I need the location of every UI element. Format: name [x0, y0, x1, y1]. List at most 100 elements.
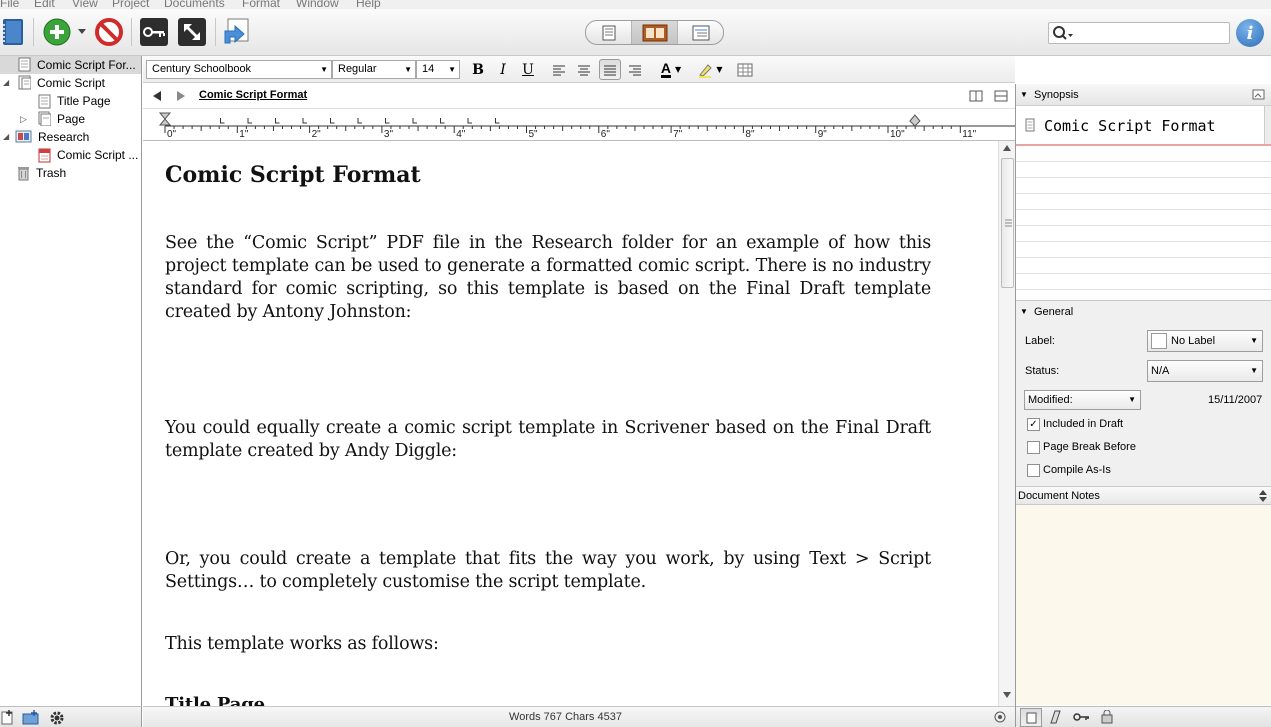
- binder-item-comic-script-format[interactable]: Comic Script For...: [0, 56, 141, 74]
- chevron-down-icon: ▼: [404, 65, 412, 74]
- binder-item-label: Comic Script: [37, 75, 106, 90]
- chevron-down-icon: [78, 29, 86, 34]
- synopsis-image-toggle-icon[interactable]: [1252, 88, 1266, 101]
- outline-icon: [692, 25, 709, 40]
- menu-file[interactable]: File: [0, 0, 19, 9]
- page-break-before-checkbox[interactable]: [1027, 441, 1040, 454]
- highlighter-icon: [699, 63, 713, 78]
- notes-header[interactable]: Document Notes: [1016, 486, 1271, 505]
- forward-arrow-icon[interactable]: [176, 90, 186, 102]
- menu-project[interactable]: Project: [112, 0, 149, 9]
- search-input[interactable]: [1048, 22, 1230, 44]
- included-in-draft-checkbox[interactable]: ✓: [1027, 418, 1040, 431]
- new-folder-icon[interactable]: [22, 710, 40, 725]
- date-type-select[interactable]: Modified: ▼: [1024, 390, 1141, 410]
- ruler-label: 11": [962, 129, 976, 140]
- font-style-select[interactable]: Regular ▼: [332, 60, 416, 79]
- text-editor[interactable]: Comic Script Format See the “Comic Scrip…: [143, 141, 998, 706]
- delete-button[interactable]: [94, 17, 124, 47]
- tab-stop-marker: [330, 118, 335, 124]
- add-dropdown-button[interactable]: [74, 17, 90, 47]
- gear-icon[interactable]: [49, 710, 65, 726]
- binder-panel: Comic Script For... ◢ Comic Script Title…: [0, 56, 142, 706]
- label-select[interactable]: No Label ▼: [1147, 330, 1263, 352]
- corkboard-view-button[interactable]: [632, 21, 678, 44]
- binder-item-comic-script-pdf[interactable]: Comic Script ...: [38, 146, 138, 164]
- up-down-chevron-icon[interactable]: [1259, 490, 1267, 502]
- keywords-button[interactable]: [139, 17, 169, 47]
- document-notes-area[interactable]: [1016, 505, 1271, 705]
- table-button[interactable]: [735, 59, 755, 80]
- text-ruler[interactable]: 0" 1" 2" 3" 4" 5" 6" 7" 8" 9" 10" 11": [143, 109, 1015, 141]
- label-color-swatch: [1151, 333, 1167, 350]
- general-label: General: [1034, 306, 1074, 318]
- synopsis-scrollbar[interactable]: [1264, 106, 1271, 144]
- split-horizontal-icon[interactable]: [994, 90, 1008, 102]
- text-color-button[interactable]: A ▼: [656, 59, 686, 80]
- general-header[interactable]: ▼ General: [1016, 301, 1271, 323]
- chevron-down-icon: ▼: [1250, 336, 1258, 345]
- align-right-button[interactable]: [625, 59, 645, 80]
- menu-window[interactable]: Window: [296, 0, 339, 9]
- underline-button[interactable]: U: [518, 59, 538, 80]
- binder-toggle-button[interactable]: [0, 17, 26, 47]
- menu-documents[interactable]: Documents: [164, 0, 225, 9]
- add-button[interactable]: [42, 17, 72, 47]
- binder-item-trash[interactable]: Trash: [17, 164, 66, 182]
- binder-item-label: Comic Script For...: [37, 57, 136, 72]
- split-vertical-icon[interactable]: [969, 90, 983, 102]
- editor-scrollbar[interactable]: [998, 141, 1015, 706]
- document-icon: [1025, 118, 1035, 132]
- synopsis-header[interactable]: ▼ Synopsis: [1016, 84, 1271, 106]
- align-center-button[interactable]: [574, 59, 594, 80]
- back-arrow-icon[interactable]: [152, 90, 162, 102]
- outline-view-button[interactable]: [678, 21, 723, 44]
- disclosure-expanded-icon[interactable]: ◢: [3, 132, 9, 141]
- inspector-footer: [1016, 706, 1271, 727]
- binder-item-title-page[interactable]: Title Page: [38, 92, 111, 110]
- synopsis-text-area[interactable]: [1016, 146, 1271, 299]
- disclosure-expanded-icon[interactable]: ▼: [1020, 301, 1028, 323]
- font-size-select[interactable]: 14 ▼: [416, 60, 460, 79]
- snapshots-icon[interactable]: [1101, 710, 1113, 724]
- grip-icon: [1005, 219, 1012, 227]
- scroll-down-icon[interactable]: [1003, 692, 1011, 698]
- font-size-value: 14: [422, 63, 435, 75]
- menu-view[interactable]: View: [72, 0, 98, 9]
- references-icon[interactable]: [1048, 710, 1062, 724]
- align-justify-button[interactable]: [599, 59, 621, 80]
- disclosure-collapsed-icon[interactable]: ▷: [20, 114, 27, 125]
- disclosure-expanded-icon[interactable]: ◢: [3, 78, 9, 87]
- align-left-button[interactable]: [549, 59, 569, 80]
- document-icon: [18, 57, 31, 72]
- status-select[interactable]: N/A ▼: [1147, 360, 1263, 382]
- scrollbar-thumb[interactable]: [1001, 158, 1014, 288]
- editor-document-title[interactable]: Comic Script Format: [199, 89, 307, 101]
- bold-button[interactable]: B: [468, 59, 488, 80]
- italic-button[interactable]: I: [493, 59, 513, 80]
- target-icon[interactable]: [994, 711, 1006, 723]
- indent-marker: [158, 112, 172, 126]
- paragraph: This template works as follows:: [165, 634, 439, 654]
- scroll-up-icon[interactable]: [1003, 145, 1011, 151]
- notes-tab-button[interactable]: [1020, 708, 1042, 727]
- new-text-icon[interactable]: [1, 710, 15, 725]
- align-justify-icon: [604, 65, 616, 75]
- add-icon: [43, 18, 71, 46]
- disclosure-expanded-icon[interactable]: ▼: [1020, 84, 1028, 106]
- ruler-label: 6": [601, 129, 611, 140]
- menu-help[interactable]: Help: [356, 0, 381, 9]
- synopsis-title-field[interactable]: Comic Script Format: [1016, 106, 1271, 146]
- fullscreen-button[interactable]: [177, 17, 207, 47]
- menu-format[interactable]: Format: [242, 0, 280, 9]
- pdf-icon: [38, 148, 51, 162]
- scrivenings-view-button[interactable]: [586, 21, 632, 44]
- key-icon[interactable]: [1073, 711, 1091, 723]
- link-button[interactable]: [222, 17, 252, 47]
- font-family-select[interactable]: Century Schoolbook ▼: [146, 60, 332, 79]
- compile-as-is-checkbox[interactable]: [1027, 464, 1040, 477]
- inspector-toggle-button[interactable]: i: [1236, 19, 1264, 47]
- highlight-button[interactable]: ▼: [695, 59, 725, 80]
- menu-edit[interactable]: Edit: [34, 0, 55, 9]
- general-section: ▼ General Label: No Label ▼ Status: N/A …: [1016, 300, 1271, 495]
